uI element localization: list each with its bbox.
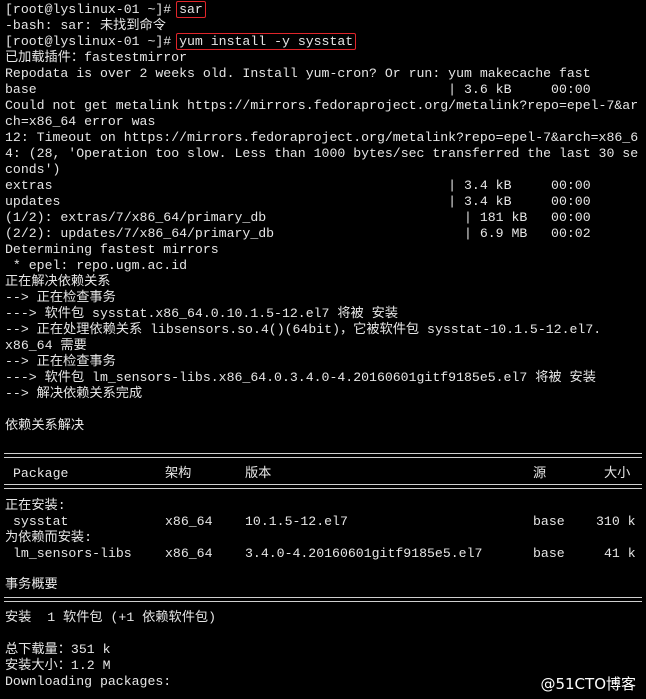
terminal-window[interactable]: [root@lyslinux-01 ~]# sar -bash: sar: 未找… (0, 0, 646, 699)
highlighted-command-yum: yum install -y sysstat (176, 33, 357, 50)
header-size: 大小 (604, 466, 631, 481)
double-separator (4, 484, 642, 489)
output-line: --> 正在检查事务 (5, 354, 116, 369)
prompt-line-2: [root@lyslinux-01 ~]# yum install -y sys… (5, 33, 357, 50)
output-line: 已加载插件：fastestmirror (5, 50, 188, 65)
prompt: [root@lyslinux-01 ~]# (5, 2, 180, 17)
row-package: sysstat (13, 514, 69, 529)
header-version: 版本 (245, 466, 272, 481)
row-package: lm_sensors-libs (13, 546, 132, 561)
total-download: 总下载量：351 k (5, 642, 111, 657)
row-size: 41 k (604, 546, 636, 561)
row-repo: base (533, 514, 565, 529)
site-watermark: @51CTO博客 (540, 675, 636, 693)
output-line: (1/2): extras/7/x86_64/primary_db | 181 … (5, 210, 591, 225)
row-arch: x86_64 (165, 546, 213, 561)
row-size: 310 k (596, 514, 636, 529)
row-version: 10.1.5-12.el7 (245, 514, 348, 529)
installing-label: 正在安装: (5, 498, 66, 513)
output-line: 4: (28, 'Operation too slow. Less than 1… (5, 146, 639, 161)
header-repo: 源 (533, 466, 547, 481)
output-line: 正在解决依赖关系 (5, 274, 111, 289)
header-arch: 架构 (165, 466, 192, 481)
prompt: [root@lyslinux-01 ~]# (5, 34, 180, 49)
double-separator (4, 597, 642, 602)
dependency-label: 为依赖而安装: (5, 530, 93, 545)
output-line: ---> 软件包 sysstat.x86_64.0.10.1.5-12.el7 … (5, 306, 399, 321)
output-line: Determining fastest mirrors (5, 242, 219, 257)
output-line: Repodata is over 2 weeks old. Install yu… (5, 66, 591, 81)
header-package: Package (13, 466, 69, 481)
error-line: -bash: sar: 未找到命令 (5, 18, 166, 33)
install-summary: 安装 1 软件包 (+1 依赖软件包) (5, 610, 217, 625)
row-version: 3.4.0-4.20160601gitf9185e5.el7 (245, 546, 483, 561)
output-line: 依赖关系解决 (5, 418, 85, 433)
highlighted-command-sar: sar (176, 1, 206, 18)
row-repo: base (533, 546, 565, 561)
output-line: Could not get metalink https://mirrors.f… (5, 98, 639, 113)
output-line: extras | 3.4 kB 00:00 (5, 178, 591, 193)
prompt-line-1: [root@lyslinux-01 ~]# sar (5, 1, 206, 18)
output-line: ---> 软件包 lm_sensors-libs.x86_64.0.3.4.0-… (5, 370, 596, 385)
output-line: --> 解决依赖关系完成 (5, 386, 143, 401)
output-line: ch=x86_64 error was (5, 114, 156, 129)
output-line: 12: Timeout on https://mirrors.fedorapro… (5, 130, 639, 145)
output-line: base | 3.6 kB 00:00 (5, 82, 591, 97)
installed-size: 安装大小：1.2 M (5, 658, 111, 673)
row-arch: x86_64 (165, 514, 213, 529)
double-separator (4, 453, 642, 458)
summary-title: 事务概要 (5, 577, 58, 592)
output-line: updates | 3.4 kB 00:00 (5, 194, 591, 209)
downloading-line: Downloading packages: (5, 674, 172, 689)
output-line: --> 正在检查事务 (5, 290, 116, 305)
output-line: (2/2): updates/7/x86_64/primary_db | 6.9… (5, 226, 591, 241)
output-line: conds') (5, 162, 61, 177)
output-line: * epel: repo.ugm.ac.id (5, 258, 188, 273)
output-line: --> 正在处理依赖关系 libsensors.so.4()(64bit)，它被… (5, 322, 602, 337)
output-line: x86_64 需要 (5, 338, 87, 353)
